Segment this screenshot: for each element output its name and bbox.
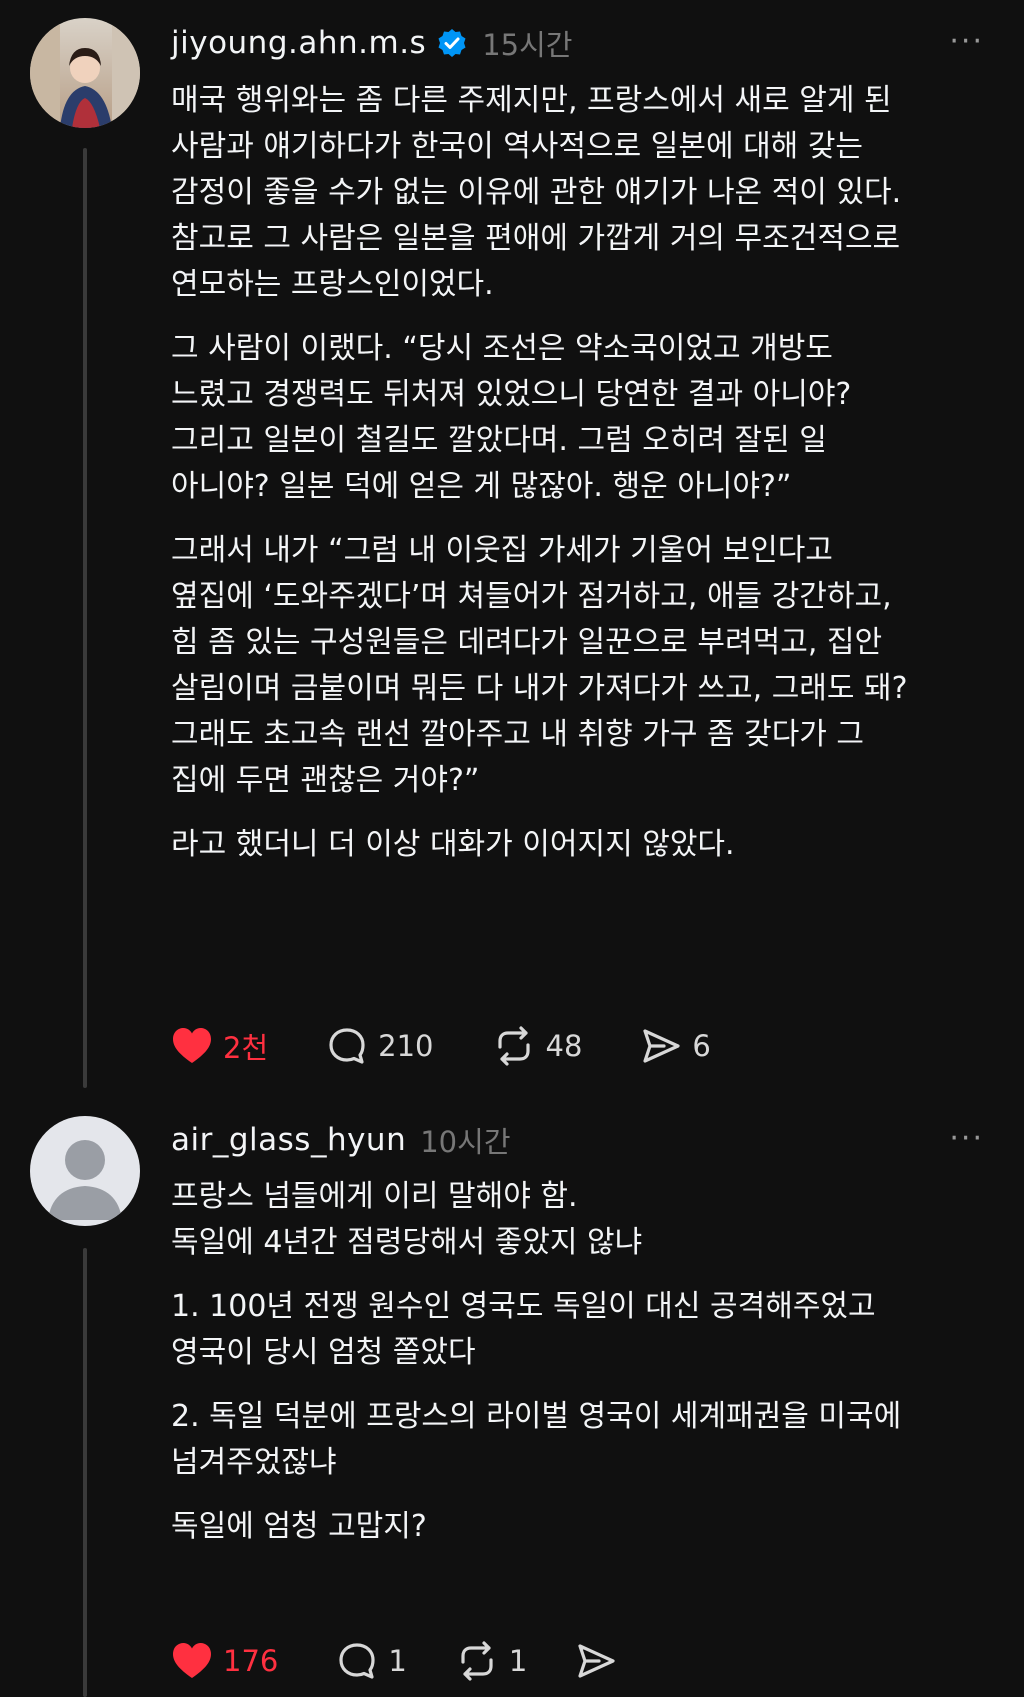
avatar[interactable] [30, 18, 140, 128]
post-air-glass: air_glass_hyun 10시간 ··· 프랑스 넘들에게 이리 말해야 … [0, 1110, 1024, 1697]
thread-line [83, 1248, 87, 1697]
timestamp: 10시간 [420, 1125, 511, 1159]
post-paragraph: 독일에 엄청 고맙지? [171, 1509, 427, 1544]
verified-badge-icon [436, 27, 468, 59]
repost-button[interactable]: 1 [455, 1640, 527, 1682]
comment-count: 1 [388, 1644, 407, 1678]
like-count: 2천 [223, 1031, 269, 1065]
more-options-button[interactable]: ··· [949, 24, 984, 59]
like-count: 176 [223, 1644, 279, 1678]
heart-icon [171, 1026, 213, 1066]
comment-count: 210 [378, 1029, 434, 1063]
post-body: 매국 행위와는 좀 다른 주제지만, 프랑스에서 새로 알게 된 사람과 얘기하… [171, 78, 996, 886]
post-paragraph: 매국 행위와는 좀 다른 주제지만, 프랑스에서 새로 알게 된 사람과 얘기하… [171, 83, 902, 302]
thread-feed: jiyoung.ahn.m.s 15시간 ··· 매국 행위와는 좀 다른 주제… [0, 0, 1024, 1697]
send-icon [640, 1026, 682, 1066]
post-jiyoung: jiyoung.ahn.m.s 15시간 ··· 매국 행위와는 좀 다른 주제… [0, 0, 1024, 1090]
repost-button[interactable]: 48 [492, 1025, 583, 1067]
share-button[interactable] [575, 1641, 617, 1681]
post-header: jiyoung.ahn.m.s 15시간 [171, 21, 572, 65]
comment-button[interactable]: 210 [326, 1025, 434, 1067]
repost-count: 1 [508, 1644, 528, 1678]
repost-icon [492, 1025, 536, 1067]
post-header: air_glass_hyun 10시간 [171, 1118, 511, 1162]
timestamp: 15시간 [482, 28, 573, 62]
action-bar: 176 1 1 [171, 1636, 675, 1686]
share-button[interactable]: 6 [640, 1026, 711, 1066]
thread-line [83, 148, 87, 1088]
action-bar: 2천 210 48 6 [171, 1021, 769, 1071]
post-body: 프랑스 넘들에게 이리 말해야 함. 독일에 4년간 점령당해서 좋았지 않냐 … [171, 1174, 996, 1568]
like-button[interactable]: 2천 [171, 1025, 268, 1067]
post-paragraph: 1. 100년 전쟁 원수인 영국도 독일이 대신 공격해주었고 영국이 당시 … [171, 1289, 876, 1370]
more-options-button[interactable]: ··· [949, 1121, 984, 1156]
comment-bubble-icon [336, 1640, 378, 1682]
comment-bubble-icon [326, 1025, 368, 1067]
username[interactable]: jiyoung.ahn.m.s [171, 25, 426, 61]
username[interactable]: air_glass_hyun [171, 1122, 406, 1158]
post-paragraph: 그 사람이 이랬다. “당시 조선은 약소국이었고 개방도 느렸고 경쟁력도 뒤… [171, 331, 852, 504]
repost-icon [455, 1640, 499, 1682]
repost-count: 48 [545, 1029, 583, 1063]
default-avatar-icon [30, 1116, 140, 1226]
post-paragraph: 그래서 내가 “그럼 내 이웃집 가세가 기울어 보인다고 옆집에 ‘도와주겠다… [171, 533, 908, 798]
like-button[interactable]: 176 [171, 1641, 278, 1681]
post-paragraph: 프랑스 넘들에게 이리 말해야 함. 독일에 4년간 점령당해서 좋았지 않냐 [171, 1179, 643, 1260]
post-paragraph: 라고 했더니 더 이상 대화가 이어지지 않았다. [171, 827, 735, 862]
heart-icon [171, 1641, 213, 1681]
send-icon [575, 1641, 617, 1681]
avatar[interactable] [30, 1116, 140, 1226]
profile-photo-icon [30, 18, 140, 128]
post-paragraph: 2. 독일 덕분에 프랑스의 라이벌 영국이 세계패권을 미국에 넘겨주었잖냐 [171, 1399, 902, 1480]
comment-button[interactable]: 1 [336, 1640, 407, 1682]
share-count: 6 [692, 1029, 711, 1063]
